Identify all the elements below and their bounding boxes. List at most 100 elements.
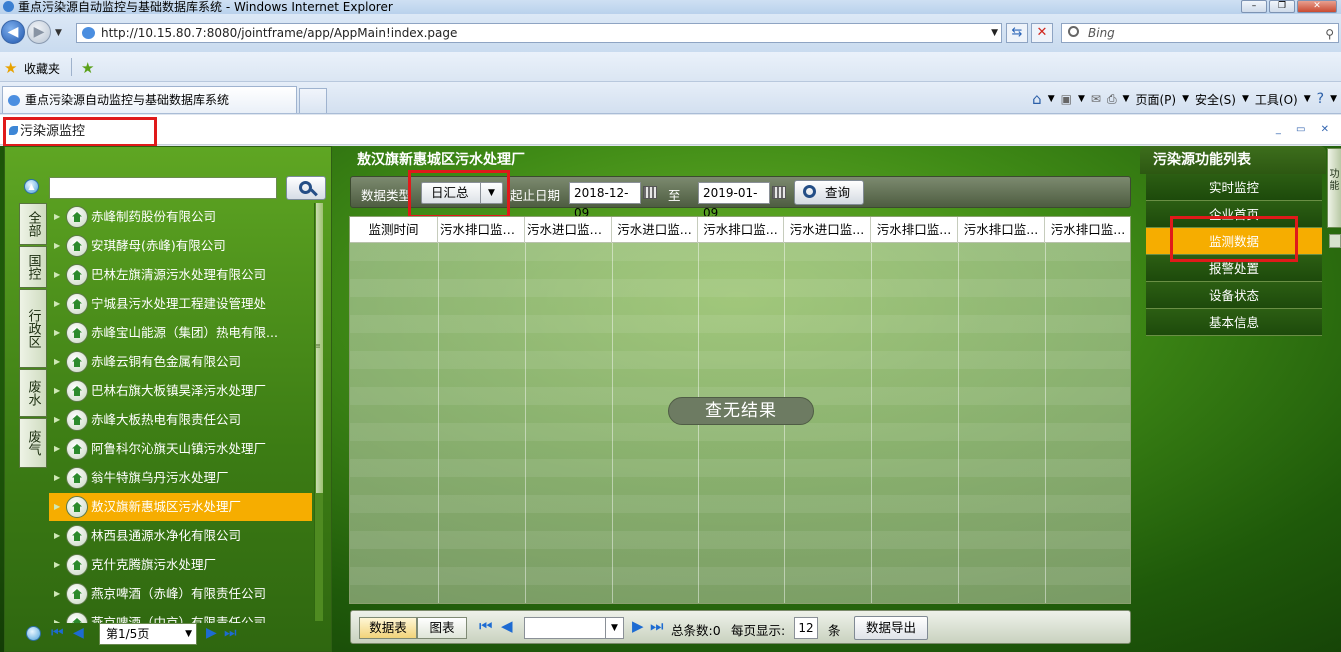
column-header[interactable]: 污水排口监... bbox=[871, 217, 958, 243]
feeds-icon[interactable]: ▣ bbox=[1061, 92, 1072, 106]
refresh-button[interactable]: ⇆ bbox=[1006, 23, 1028, 43]
tools-menu-dropdown-icon[interactable]: ▼ bbox=[1304, 94, 1311, 104]
expand-arrow-icon[interactable]: ▶ bbox=[54, 203, 60, 231]
tree-item[interactable]: ▶ 燕京啤酒（赤峰）有限责任公司 bbox=[49, 580, 312, 608]
tools-menu[interactable]: 工具(O) bbox=[1255, 91, 1298, 108]
expand-arrow-icon[interactable]: ▶ bbox=[54, 580, 60, 608]
export-button[interactable]: 数据导出 bbox=[854, 616, 928, 640]
print-icon[interactable]: ⎙ bbox=[1107, 92, 1117, 107]
tree-item[interactable]: ▶ 宁城县污水处理工程建设管理处 bbox=[49, 290, 312, 318]
grid-next-page-icon[interactable]: ▶ bbox=[632, 619, 644, 634]
date-to-calendar-icon[interactable] bbox=[772, 186, 786, 199]
expand-arrow-icon[interactable]: ▶ bbox=[54, 551, 60, 579]
favorites-star-icon[interactable]: ★ bbox=[4, 59, 17, 77]
expand-arrow-icon[interactable]: ▶ bbox=[54, 319, 60, 347]
restore-button[interactable]: ❐ bbox=[1269, 0, 1295, 13]
tree-item[interactable]: ▶ 赤峰大板热电有限责任公司 bbox=[49, 406, 312, 434]
date-to-input[interactable]: 2019-01-09 bbox=[698, 182, 770, 220]
history-dropdown-icon[interactable]: ▼ bbox=[55, 28, 62, 38]
expand-arrow-icon[interactable]: ▶ bbox=[54, 522, 60, 550]
function-menu-item[interactable]: 企业首页 bbox=[1146, 201, 1322, 228]
column-header[interactable]: 污水排口监... bbox=[698, 217, 784, 243]
tree-item[interactable]: ▶ 阿鲁科尔沁旗天山镇污水处理厂 bbox=[49, 435, 312, 463]
column-header[interactable]: 污水排口监... bbox=[1045, 217, 1130, 243]
url-field[interactable]: http://10.15.80.7:8080/jointframe/app/Ap… bbox=[76, 23, 1002, 43]
close-window-button[interactable]: ✕ bbox=[1297, 0, 1337, 13]
stop-button[interactable]: ✕ bbox=[1031, 23, 1053, 43]
expand-arrow-icon[interactable]: ▶ bbox=[54, 348, 60, 376]
search-go-icon[interactable]: ⚲ bbox=[1325, 25, 1334, 43]
next-page-icon[interactable]: ▶ bbox=[206, 626, 217, 640]
tree-scrollbar[interactable]: ≡ bbox=[314, 203, 323, 621]
per-page-input[interactable]: 12 bbox=[794, 617, 818, 639]
tree-item[interactable]: ▶ 翁牛特旗乌丹污水处理厂 bbox=[49, 464, 312, 492]
data-type-select[interactable]: 日汇总 ▼ bbox=[421, 182, 503, 204]
function-menu-item[interactable]: 实时监控 bbox=[1146, 174, 1322, 201]
expand-arrow-icon[interactable]: ▶ bbox=[54, 609, 60, 623]
tab-chart[interactable]: 图表 bbox=[417, 617, 467, 639]
tab-district[interactable]: 行政区 bbox=[19, 289, 47, 368]
grid-last-page-icon[interactable]: ⏭ bbox=[650, 619, 664, 634]
expand-arrow-icon[interactable]: ▶ bbox=[54, 406, 60, 434]
function-menu-item[interactable]: 监测数据 bbox=[1146, 228, 1322, 255]
add-favorite-icon[interactable]: ★ bbox=[81, 59, 94, 77]
prev-page-icon[interactable]: ◀ bbox=[73, 626, 84, 640]
browser-tab[interactable]: 重点污染源自动监控与基础数据库系统 bbox=[2, 86, 297, 113]
mail-icon[interactable]: ✉ bbox=[1091, 92, 1101, 106]
forward-button[interactable]: ▶ bbox=[27, 20, 51, 44]
grid-page-select[interactable]: ▼ bbox=[524, 617, 624, 639]
tree-item[interactable]: ▶ 赤峰宝山能源（集团）热电有限... bbox=[49, 319, 312, 347]
tree-item[interactable]: ▶ 林西县通源水净化有限公司 bbox=[49, 522, 312, 550]
tree-item[interactable]: ▶ 敖汉旗新惠城区污水处理厂 bbox=[49, 493, 312, 521]
feeds-dropdown-icon[interactable]: ▼ bbox=[1078, 94, 1085, 104]
tree-item[interactable]: ▶ 安琪酵母(赤峰)有限公司 bbox=[49, 232, 312, 260]
tab-wastegas[interactable]: 废气 bbox=[19, 418, 47, 468]
tree-item[interactable]: ▶ 巴林右旗大板镇昊泽污水处理厂 bbox=[49, 377, 312, 405]
function-menu-item[interactable]: 报警处置 bbox=[1146, 255, 1322, 282]
url-dropdown-icon[interactable]: ▼ bbox=[991, 24, 998, 42]
expand-arrow-icon[interactable]: ▶ bbox=[54, 377, 60, 405]
tree-item[interactable]: ▶ 赤峰云铜有色金属有限公司 bbox=[49, 348, 312, 376]
expand-arrow-icon[interactable]: ▶ bbox=[54, 435, 60, 463]
last-page-icon[interactable]: ⏭ bbox=[224, 626, 237, 640]
new-tab-button[interactable] bbox=[299, 88, 327, 113]
tab-data-table[interactable]: 数据表 bbox=[359, 617, 417, 639]
search-field[interactable]: Bing ⚲ bbox=[1061, 23, 1339, 43]
function-menu-item[interactable]: 基本信息 bbox=[1146, 309, 1322, 336]
column-header[interactable]: 污水排口监... bbox=[958, 217, 1045, 243]
column-header[interactable]: 污水进口监控... bbox=[525, 217, 612, 243]
expand-arrow-icon[interactable]: ▶ bbox=[54, 464, 60, 492]
enterprise-search-button[interactable] bbox=[286, 176, 326, 200]
safety-menu-dropdown-icon[interactable]: ▼ bbox=[1242, 94, 1249, 104]
expand-arrow-icon[interactable]: ▶ bbox=[54, 261, 60, 289]
favorites-button[interactable]: 收藏夹 bbox=[24, 60, 60, 77]
function-menu-item[interactable]: 设备状态 bbox=[1146, 282, 1322, 309]
enterprise-search-input[interactable] bbox=[49, 177, 277, 199]
expand-arrow-icon[interactable]: ▶ bbox=[54, 493, 60, 521]
query-button[interactable]: 查询 bbox=[794, 180, 864, 205]
collapse-icon[interactable] bbox=[26, 626, 41, 641]
minimize-button[interactable]: – bbox=[1241, 0, 1267, 13]
grid-first-page-icon[interactable]: ⏮ bbox=[479, 619, 493, 634]
collapsed-side-tab[interactable]: 功能 bbox=[1327, 148, 1341, 228]
help-icon[interactable]: ? bbox=[1317, 91, 1324, 107]
expand-arrow-icon[interactable]: ▶ bbox=[54, 290, 60, 318]
column-header[interactable]: 污水排口监控... bbox=[438, 217, 525, 243]
print-dropdown-icon[interactable]: ▼ bbox=[1123, 94, 1130, 104]
column-header[interactable]: 污水进口监... bbox=[612, 217, 698, 243]
expand-icon[interactable]: ▲ bbox=[24, 179, 39, 194]
back-button[interactable]: ◀ bbox=[1, 20, 25, 44]
home-icon[interactable]: ⌂ bbox=[1032, 90, 1042, 108]
grid-prev-page-icon[interactable]: ◀ bbox=[501, 619, 513, 634]
date-from-calendar-icon[interactable] bbox=[643, 186, 657, 199]
tree-item[interactable]: ▶ 巴林左旗清源污水处理有限公司 bbox=[49, 261, 312, 289]
tree-item[interactable]: ▶ 克什克腾旗污水处理厂 bbox=[49, 551, 312, 579]
help-dropdown-icon[interactable]: ▼ bbox=[1330, 94, 1337, 104]
tab-national[interactable]: 国控 bbox=[19, 246, 47, 288]
first-page-icon[interactable]: ⏮ bbox=[51, 626, 64, 640]
date-from-input[interactable]: 2018-12-09 bbox=[569, 182, 641, 220]
page-menu[interactable]: 页面(P) bbox=[1135, 91, 1176, 108]
tree-item[interactable]: ▶ 燕京啤酒（中京）有限责任公司 bbox=[49, 609, 312, 623]
expand-arrow-icon[interactable]: ▶ bbox=[54, 232, 60, 260]
app-window-controls[interactable]: _ ▭ ✕ bbox=[1276, 124, 1335, 135]
